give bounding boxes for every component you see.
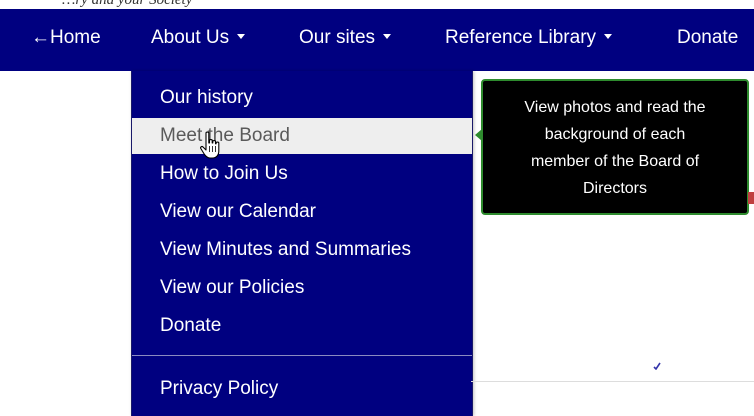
nav-donate-label: Donate (677, 27, 739, 48)
nav-reference-library-dropdown[interactable]: Reference Library (445, 9, 613, 71)
tooltip-line: Directors (582, 180, 647, 197)
tooltip-line: member of the Board of (530, 153, 700, 170)
menu-item-label: View our Policies (160, 277, 305, 298)
menu-item-view-policies[interactable]: View our Policies (132, 270, 472, 306)
nav-about-us-label: About Us (151, 27, 230, 48)
nav-about-us-dropdown[interactable]: About Us (151, 9, 246, 71)
caret-down-icon (383, 34, 392, 40)
menu-item-donate[interactable]: Donate (132, 308, 472, 344)
caret-down-icon (604, 34, 613, 40)
menu-item-label: Our history (160, 87, 253, 108)
page: …ry and your Society ←Home About Us Our … (0, 0, 754, 416)
menu-item-label: Donate (160, 315, 222, 336)
header-fragment-text: …ry and your Society (62, 0, 193, 8)
nav-donate-link[interactable]: Donate (677, 9, 738, 71)
check-mark-icon (653, 362, 661, 370)
menu-item-meet-the-board[interactable]: Meet the Board (132, 118, 472, 154)
menu-item-label: View Minutes and Summaries (160, 239, 411, 260)
menu-item-privacy-policy[interactable]: Privacy Policy (132, 371, 472, 407)
nav-home-link[interactable]: ←Home (31, 9, 101, 71)
menu-item-view-minutes[interactable]: View Minutes and Summaries (132, 232, 472, 268)
obscured-content-fragment (470, 190, 480, 204)
header-fragment: …ry and your Society (0, 0, 754, 9)
menu-item-how-to-join[interactable]: How to Join Us (132, 156, 472, 192)
menu-divider (132, 355, 472, 356)
nav-home-label: ←Home (31, 27, 101, 48)
main-navbar: ←Home About Us Our sites Reference Libra… (0, 9, 754, 71)
menu-item-label: View our Calendar (160, 201, 316, 222)
tooltip-line: View photos and read the (524, 99, 706, 116)
caret-down-icon (237, 34, 246, 40)
menu-item-label: Privacy Policy (160, 378, 279, 399)
about-us-dropdown-menu: Our history Meet the Board How to Join U… (131, 71, 473, 416)
menu-item-our-history[interactable]: Our history (132, 80, 472, 116)
nav-reference-library-label: Reference Library (445, 27, 597, 48)
content-divider (471, 381, 754, 382)
nav-our-sites-dropdown[interactable]: Our sites (299, 9, 392, 71)
tooltip-meet-the-board: View photos and read the background of e… (481, 79, 749, 215)
nav-our-sites-label: Our sites (299, 27, 376, 48)
tooltip-line: background of each (544, 126, 686, 143)
menu-item-label: How to Join Us (160, 163, 288, 184)
obscured-content-fragment (748, 192, 754, 204)
hand-pointer-icon (200, 131, 220, 159)
menu-item-view-calendar[interactable]: View our Calendar (132, 194, 472, 230)
